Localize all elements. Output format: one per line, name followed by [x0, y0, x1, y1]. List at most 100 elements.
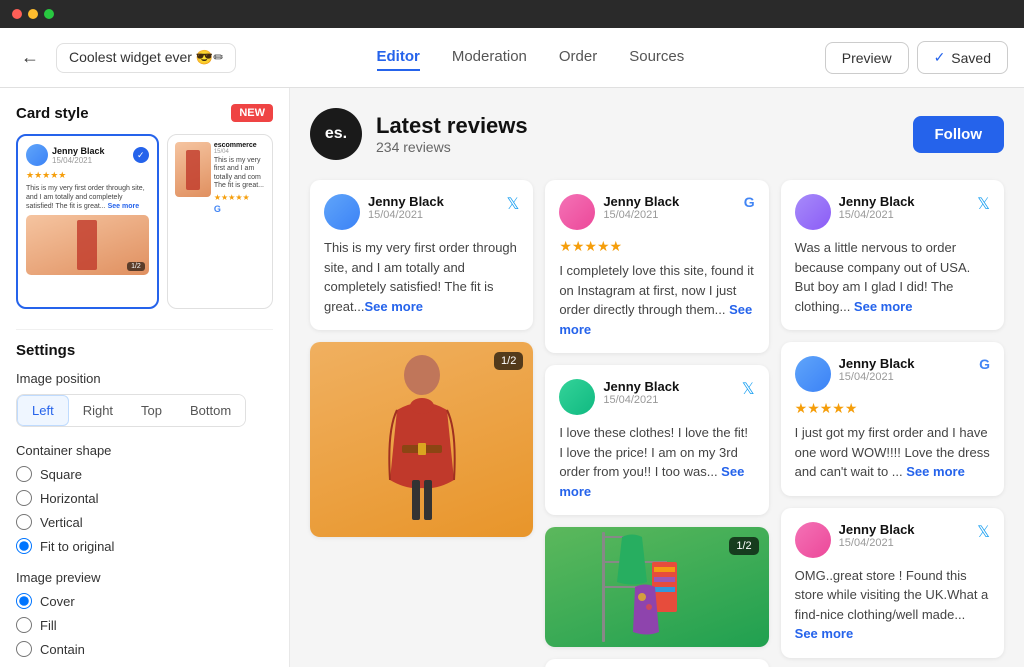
mini-counter-1: 1/2: [127, 262, 145, 271]
close-dot[interactable]: [12, 9, 22, 19]
col-2: Jenny Black 15/04/2021 G ★★★★★ I complet…: [545, 180, 768, 667]
right-panel: es. Latest reviews 234 reviews Follow Je…: [290, 88, 1024, 667]
new-badge: NEW: [231, 104, 273, 122]
reviewer-info-2: Jenny Black 15/04/2021: [603, 194, 735, 221]
back-button[interactable]: ←: [16, 44, 44, 72]
position-top[interactable]: Top: [127, 395, 176, 426]
review-text-6: I just got my first order and I have one…: [795, 423, 990, 482]
review-card-6: Jenny Black 15/04/2021 G ★★★★★ I just go…: [781, 342, 1004, 496]
title-input[interactable]: [56, 43, 236, 73]
review-text-2: I completely love this site, found it on…: [559, 261, 754, 339]
maximize-dot[interactable]: [44, 9, 54, 19]
card-style-header: Card style NEW: [16, 104, 273, 122]
preview-cover[interactable]: Cover: [16, 593, 273, 609]
reviewer-info-3: Jenny Black 15/04/2021: [839, 194, 969, 221]
reviewer-name-8: Jenny Black: [839, 522, 969, 537]
reviewer-date-6: 15/04/2021: [839, 371, 971, 383]
settings-section: Settings Image position Left Right Top B…: [16, 342, 273, 657]
preview-contain[interactable]: Contain: [16, 641, 273, 657]
image-preview-group: Cover Fill Contain: [16, 593, 273, 657]
mini-name-1: Jenny Black: [52, 146, 129, 156]
review-text-8: OMG..great store ! Found this store whil…: [795, 566, 990, 644]
topbar: ← Editor Moderation Order Sources Previe…: [0, 28, 1024, 88]
review-card-7: 1/2: [545, 527, 768, 647]
col-1: Jenny Black 15/04/2021 𝕏 This is my very…: [310, 180, 533, 537]
mini-g-icon: G: [214, 204, 265, 214]
saved-button[interactable]: ✓ Saved: [917, 41, 1008, 74]
twitter-icon-1: 𝕏: [506, 194, 519, 214]
shape-fit[interactable]: Fit to original: [16, 538, 273, 554]
see-more-1[interactable]: See more: [364, 299, 423, 314]
reviews-count: 234 reviews: [376, 139, 528, 155]
see-more-6[interactable]: See more: [906, 464, 965, 479]
review-card-1: Jenny Black 15/04/2021 𝕏 This is my very…: [310, 180, 533, 330]
shape-horizontal[interactable]: Horizontal: [16, 490, 273, 506]
stars-6: ★★★★★: [795, 400, 990, 417]
check-icon: ✓: [934, 49, 946, 66]
review-text-3: Was a little nervous to order because co…: [795, 238, 990, 316]
mini-avatar-1: [26, 144, 48, 166]
reviews-header: es. Latest reviews 234 reviews Follow: [310, 108, 1004, 160]
left-panel: Card style NEW Jenny Black 15/04/2021 ✓ …: [0, 88, 290, 667]
twitter-icon-8: 𝕏: [977, 522, 990, 542]
nav-order[interactable]: Order: [559, 44, 597, 71]
reviewer-avatar-8: [795, 522, 831, 558]
reviewer-name-2: Jenny Black: [603, 194, 735, 209]
review-card-4: 1/2: [310, 342, 533, 537]
preview-button[interactable]: Preview: [825, 42, 909, 74]
clothes-svg: [597, 532, 717, 642]
google-icon-6: G: [979, 356, 990, 372]
mini-stars-1: ★★★★★: [26, 170, 149, 181]
review-text-1: This is my very first order through site…: [324, 238, 519, 316]
reviewer-info-1: Jenny Black 15/04/2021: [368, 194, 498, 221]
topbar-actions: Preview ✓ Saved: [825, 41, 1008, 74]
image-position-label: Image position: [16, 371, 273, 386]
img-counter-4: 1/2: [494, 352, 523, 370]
container-shape-label: Container shape: [16, 443, 273, 458]
reviewer-avatar-6: [795, 356, 831, 392]
reviewer-date-1: 15/04/2021: [368, 209, 498, 221]
image-preview-label: Image preview: [16, 570, 273, 585]
container-shape-group: Square Horizontal Vertical Fit to origin…: [16, 466, 273, 554]
nav-sources[interactable]: Sources: [629, 44, 684, 71]
shape-square[interactable]: Square: [16, 466, 273, 482]
mini-text-2: This is my very first and I am totally a…: [214, 157, 265, 191]
position-right[interactable]: Right: [69, 395, 127, 426]
lady-svg: [382, 350, 462, 530]
review-card-5: Jenny Black 15/04/2021 𝕏 I love these cl…: [545, 365, 768, 515]
mini-check-1: ✓: [133, 147, 149, 163]
see-more-5[interactable]: See more: [559, 464, 744, 499]
stars-2: ★★★★★: [559, 238, 754, 255]
review-img-7: 1/2: [545, 527, 768, 647]
reviewer-date-3: 15/04/2021: [839, 209, 969, 221]
reviewer-date-2: 15/04/2021: [603, 209, 735, 221]
preview-fill[interactable]: Fill: [16, 617, 273, 633]
card-preview-1[interactable]: Jenny Black 15/04/2021 ✓ ★★★★★ This is m…: [16, 134, 159, 309]
reviewer-avatar-2: [559, 194, 595, 230]
review-text-5: I love these clothes! I love the fit! I …: [559, 423, 754, 501]
reviewer-name-1: Jenny Black: [368, 194, 498, 209]
position-left[interactable]: Left: [17, 395, 69, 426]
card-preview-2[interactable]: escommerce 15/04 This is my very first a…: [167, 134, 273, 309]
nav-moderation[interactable]: Moderation: [452, 44, 527, 71]
reviews-grid: Jenny Black 15/04/2021 𝕏 This is my very…: [310, 180, 1004, 667]
minimize-dot[interactable]: [28, 9, 38, 19]
brand-logo: es.: [310, 108, 362, 160]
window-chrome: [0, 0, 1024, 28]
mini-date-1: 15/04/2021: [52, 156, 129, 165]
nav-editor[interactable]: Editor: [377, 44, 420, 71]
card-style-title: Card style: [16, 105, 89, 122]
mini-date-2: 15/04: [214, 149, 265, 155]
main-layout: Card style NEW Jenny Black 15/04/2021 ✓ …: [0, 88, 1024, 667]
follow-button[interactable]: Follow: [913, 116, 1005, 153]
reviewer-info-5: Jenny Black 15/04/2021: [603, 379, 733, 406]
mini-name-2: escommerce: [214, 142, 265, 149]
mini-stars-2: ★★★★★: [214, 193, 265, 202]
saved-label: Saved: [951, 50, 991, 66]
see-more-2[interactable]: See more: [559, 302, 752, 337]
shape-vertical[interactable]: Vertical: [16, 514, 273, 530]
position-bottom[interactable]: Bottom: [176, 395, 245, 426]
reviewer-name-5: Jenny Black: [603, 379, 733, 394]
reviewer-info-6: Jenny Black 15/04/2021: [839, 356, 971, 383]
see-more-3[interactable]: See more: [854, 299, 913, 314]
